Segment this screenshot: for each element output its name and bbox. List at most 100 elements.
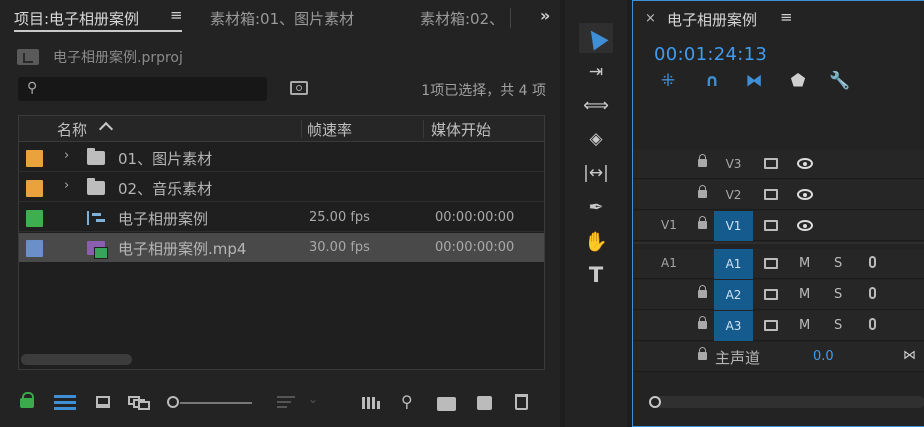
track-header-v3[interactable]: V3 [633, 149, 924, 179]
sort-icons-icon[interactable] [277, 396, 295, 410]
parent-folder-icon[interactable] [17, 49, 39, 65]
find-icon[interactable]: ⚲ [401, 392, 413, 411]
tab-overflow-icon[interactable]: » [540, 6, 550, 25]
timeline-settings-wrench-icon[interactable]: 🔧 [829, 71, 851, 91]
linked-selection-icon[interactable]: ⧓ [743, 71, 765, 91]
freeform-view-icon[interactable] [128, 396, 150, 410]
solo-track-button[interactable]: S [834, 318, 842, 333]
label-color-swatch[interactable] [26, 210, 43, 227]
track-target-a1[interactable]: A1 [714, 249, 753, 279]
list-item[interactable]: › 01、图片素材 [19, 143, 544, 172]
source-patch-a1[interactable]: A1 [661, 256, 677, 270]
panel-menu-icon[interactable]: ≡ [780, 8, 793, 26]
nest-toggle-icon[interactable]: ⁜ [657, 71, 679, 91]
tab-bin-music[interactable]: 素材箱:02、 [420, 8, 504, 29]
list-item[interactable]: 电子相册案例 25.00 fps 00:00:00:00 [19, 203, 544, 232]
column-divider[interactable] [301, 120, 302, 138]
track-header-v1[interactable]: V1 V1 [633, 211, 924, 241]
sort-chevron-down-icon[interactable]: ⌄ [308, 392, 318, 406]
zoom-slider-handle[interactable] [167, 396, 179, 408]
column-header-media-start[interactable]: 媒体开始 [431, 119, 491, 140]
track-header-a3[interactable]: A3 M S [633, 311, 924, 341]
track-target-a2[interactable]: A2 [714, 280, 753, 310]
expand-chevron-icon[interactable]: › [64, 148, 69, 163]
source-patch-v1[interactable]: V1 [661, 218, 677, 232]
toggle-output-eye-icon[interactable] [797, 158, 813, 169]
label-color-swatch[interactable] [26, 150, 43, 167]
track-lock-icon[interactable] [698, 316, 707, 329]
sequence-tab-title[interactable]: 电子相册案例 [667, 9, 757, 30]
expand-chevron-icon[interactable]: › [64, 178, 69, 193]
track-lock-icon[interactable] [698, 185, 707, 198]
label-color-swatch[interactable] [26, 240, 43, 257]
track-target-v3[interactable]: V3 [714, 149, 753, 179]
icon-view-icon[interactable] [96, 396, 110, 408]
hand-tool[interactable]: ✋ [579, 226, 613, 256]
automate-to-sequence-icon[interactable] [362, 397, 382, 409]
tab-bin-images[interactable]: 素材箱:01、图片素材 [210, 8, 354, 29]
mute-track-button[interactable]: M [799, 256, 810, 271]
track-header-a2[interactable]: A2 M S [633, 280, 924, 310]
voice-over-mic-icon[interactable] [869, 318, 876, 330]
track-lock-icon[interactable] [698, 347, 707, 360]
column-header-fps[interactable]: 帧速率 [307, 119, 352, 140]
track-target-a3[interactable]: A3 [714, 311, 753, 341]
voice-over-mic-icon[interactable] [869, 287, 876, 299]
track-target-v1[interactable]: V1 [714, 211, 753, 241]
type-tool[interactable]: T [579, 260, 613, 290]
new-item-icon[interactable] [477, 396, 492, 410]
column-header-name[interactable]: 名称 [57, 119, 87, 140]
project-writable-lock-icon[interactable] [20, 392, 34, 408]
sort-ascending-icon[interactable] [98, 121, 114, 137]
voice-over-mic-icon[interactable] [869, 256, 876, 268]
list-view-icon[interactable] [54, 395, 76, 411]
sync-lock-icon[interactable] [764, 158, 778, 169]
toggle-output-eye-icon[interactable] [797, 220, 813, 231]
timeline-zoom-handle[interactable] [649, 396, 661, 408]
tab-project[interactable]: 项目:电子相册案例 [14, 8, 139, 29]
track-header-v2[interactable]: V2 [633, 180, 924, 210]
zoom-slider-track[interactable] [180, 402, 252, 404]
panel-menu-icon[interactable]: ≡ [170, 6, 183, 24]
trash-icon[interactable] [515, 394, 528, 410]
pen-tool[interactable]: ✒ [579, 192, 613, 222]
master-track-header[interactable]: 主声道 0.0 ⋈ [633, 342, 924, 372]
master-volume-value[interactable]: 0.0 [813, 349, 834, 364]
label-color-swatch[interactable] [26, 180, 43, 197]
track-target-v2[interactable]: V2 [714, 180, 753, 210]
solo-track-button[interactable]: S [834, 287, 842, 302]
sync-lock-icon[interactable] [764, 220, 778, 231]
new-bin-icon[interactable] [437, 397, 456, 411]
sync-lock-icon[interactable] [764, 289, 778, 300]
track-lock-icon[interactable] [698, 285, 707, 298]
timeline-zoom-scrollbar[interactable] [649, 396, 924, 408]
search-input[interactable] [48, 79, 258, 99]
list-item[interactable]: › 02、音乐素材 [19, 173, 544, 202]
snap-magnet-icon[interactable]: ∩ [701, 71, 723, 91]
selection-tool[interactable] [579, 23, 613, 53]
slip-tool[interactable]: |↔| [579, 158, 613, 188]
search-box[interactable]: ⚲ [18, 77, 267, 101]
track-lock-icon[interactable] [698, 216, 707, 229]
horizontal-scrollbar[interactable] [21, 354, 132, 365]
column-divider[interactable] [423, 120, 424, 138]
video-audio-divider[interactable] [633, 242, 924, 244]
list-item-selected[interactable]: 电子相册案例.mp4 30.00 fps 00:00:00:00 [19, 233, 544, 262]
sync-lock-icon[interactable] [764, 258, 778, 269]
sync-lock-icon[interactable] [764, 320, 778, 331]
ripple-edit-tool[interactable]: ⟺ [579, 90, 613, 120]
toggle-output-eye-icon[interactable] [797, 189, 813, 200]
track-header-a1[interactable]: A1 A1 M S [633, 249, 924, 279]
sync-lock-icon[interactable] [764, 189, 778, 200]
add-marker-icon[interactable]: ⬟ [787, 71, 809, 91]
mute-track-button[interactable]: M [799, 318, 810, 333]
new-search-bin-icon[interactable] [290, 81, 308, 95]
go-to-end-icon[interactable]: ⋈ [903, 348, 916, 363]
razor-tool[interactable]: ◈ [579, 124, 613, 154]
mute-track-button[interactable]: M [799, 287, 810, 302]
track-lock-icon[interactable] [698, 154, 707, 167]
close-icon[interactable]: × [645, 11, 656, 26]
track-select-tool[interactable]: ⇥ [579, 57, 613, 87]
solo-track-button[interactable]: S [834, 256, 842, 271]
playhead-timecode[interactable]: 00:01:24:13 [654, 44, 767, 65]
